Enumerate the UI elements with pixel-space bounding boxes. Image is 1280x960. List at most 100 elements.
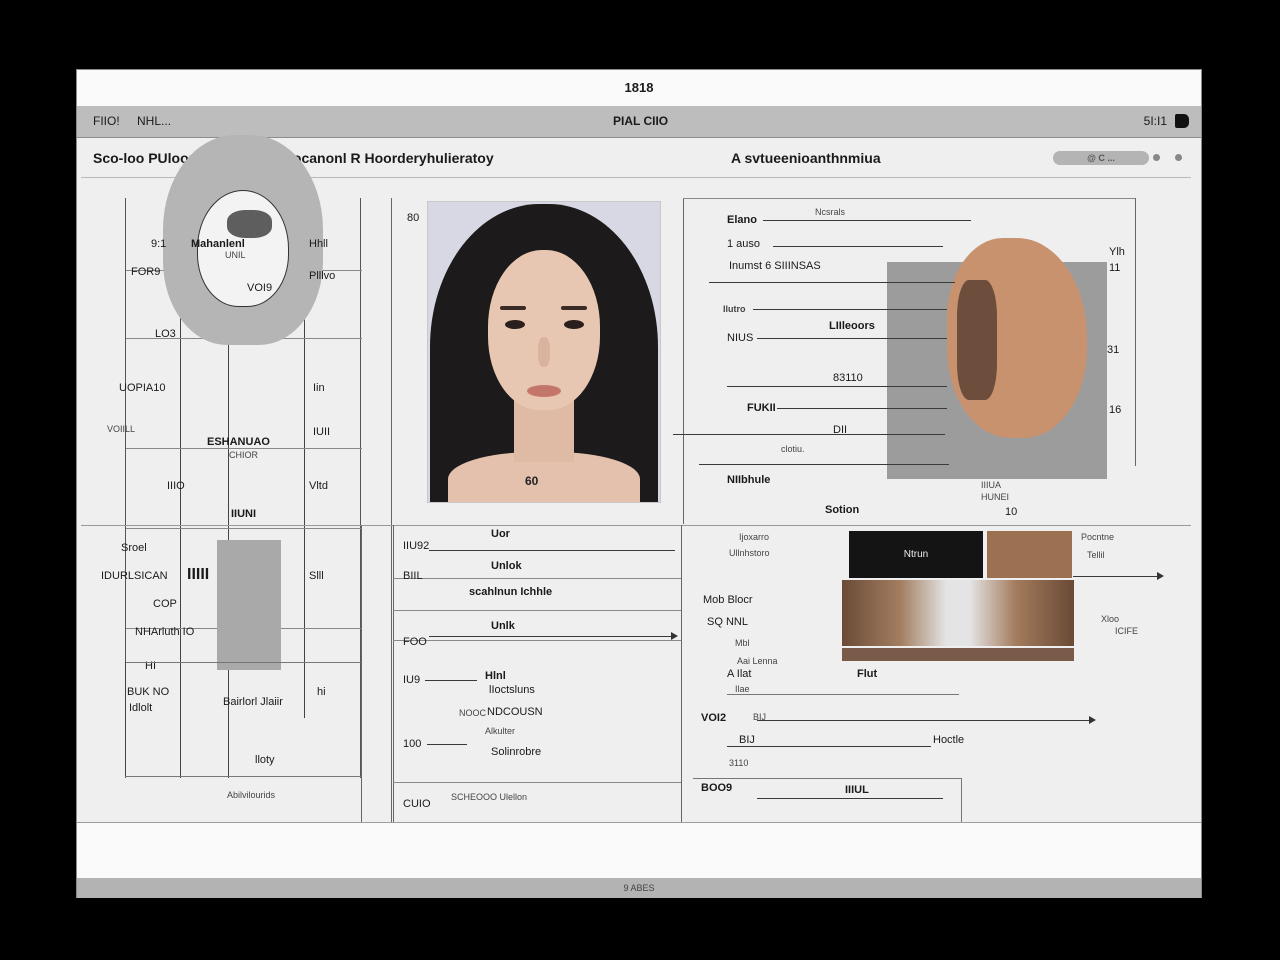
annotation-label: 31: [1107, 344, 1120, 356]
photo-caption: 60: [525, 474, 539, 488]
annotation-label: LIIleoors: [829, 320, 875, 332]
annotation-label: NIUS: [727, 332, 754, 344]
window-title: 1818: [624, 80, 654, 95]
annotation-label: Ijoxarro: [739, 532, 770, 542]
diagram-label: Vltd: [309, 480, 328, 492]
photo-corner-label: 80: [407, 212, 420, 224]
diagram-label: VOI9: [247, 282, 273, 294]
toolbar-item-file[interactable]: FIIO!: [93, 114, 120, 128]
annotation-label: 11: [1109, 262, 1121, 274]
annotation-label: ICIFE: [1115, 626, 1139, 636]
status-bar: 9 ABES: [77, 878, 1201, 898]
row-value: Unlk: [491, 620, 515, 632]
annotation-label: Elano: [727, 214, 757, 226]
panel-toggle-icon[interactable]: [1175, 114, 1189, 128]
annotation-label: Ilae: [735, 684, 750, 694]
page-subtitle: A svtueenioanthnmiua: [731, 150, 881, 166]
diagram-label: IUII: [313, 426, 331, 438]
toolbar-title: PIAL CIIO: [613, 114, 669, 128]
annotation-label: Pocntne: [1081, 532, 1115, 542]
row-value: lIoctsluns: [489, 684, 535, 696]
annotation-label: Ilutro: [723, 304, 746, 314]
diagram-label: BUK NO: [127, 686, 170, 698]
diagram-label: COP: [153, 598, 177, 610]
neck-silhouette: [217, 540, 281, 670]
toolbar-counter: 5I:I1: [1143, 114, 1167, 128]
thumbnail-skin[interactable]: [987, 531, 1072, 578]
row-label: NOOC: [459, 708, 486, 718]
diagram-label: IDURLSICAN: [101, 570, 168, 582]
diagram-label: Bairlorl Jlaiir: [223, 696, 283, 708]
annotation-label: IIIUA: [981, 480, 1002, 490]
more-icon[interactable]: [1175, 154, 1182, 161]
annotation-label: Mbl: [735, 638, 750, 648]
diagram-label: IIIO: [167, 480, 185, 492]
diagram-label: Mahanlenl: [191, 238, 245, 250]
diagram-label: ESHANUAO: [207, 436, 270, 448]
row-value: Uor: [491, 528, 510, 540]
annotation-label: Tellil: [1087, 550, 1105, 560]
search-pill[interactable]: @ C ...: [1053, 151, 1149, 165]
toolbar-item-nav[interactable]: NHL...: [137, 114, 171, 128]
row-label: 100: [403, 738, 422, 750]
hand-shadow: [957, 280, 997, 400]
diagram-label: CHIOR: [229, 450, 258, 460]
annotation-label: VOI2: [701, 712, 727, 724]
status-text: 9 ABES: [623, 883, 655, 893]
annotation-label: 83110: [833, 372, 863, 384]
annotation-label: 1 auso: [727, 238, 761, 250]
row-label: IU9: [403, 674, 421, 686]
diagram-label: VOIILL: [107, 424, 136, 434]
thumbnail-bar[interactable]: [842, 648, 1074, 661]
diagram-label: UOPIA10: [119, 382, 166, 394]
row-value: Alkulter: [485, 726, 516, 736]
diagram-label: UNIL: [225, 250, 246, 260]
row-value: Solinrobre: [491, 746, 542, 758]
annotation-label: BOO9: [701, 782, 733, 794]
diagram-label: Hhll: [309, 238, 328, 250]
diagram-label: lloty: [255, 754, 275, 766]
diagram-label: Iin: [313, 382, 325, 394]
diagram-label: Sroel: [121, 542, 147, 554]
diagram-label: IIIII: [187, 566, 210, 583]
annotation-label: Sotion: [825, 504, 860, 516]
annotation-label: 16: [1109, 404, 1122, 416]
annotation-label: IIIUL: [845, 784, 869, 796]
diagram-label: hi: [317, 686, 326, 698]
thumbnail-dark[interactable]: Ntrun: [849, 531, 983, 578]
annotation-label: Xloo: [1101, 614, 1120, 624]
nav-forward-icon[interactable]: [1153, 154, 1160, 161]
annotation-label: 3110: [729, 758, 749, 768]
row-value: Hlnl: [485, 670, 506, 682]
annotation-label: Ylh: [1109, 246, 1125, 258]
toolbar: FIIO! NHL... PIAL CIIO 5I:I1: [77, 106, 1201, 138]
annotation-label: A Ilat: [727, 668, 752, 680]
diagram-label: Abilvilourids: [227, 790, 276, 800]
annotation-label: Inumst 6 SIIINSAS: [729, 260, 821, 272]
annotation-label: 10: [1005, 506, 1018, 518]
row-value: NDCOUSN: [487, 706, 543, 718]
row-label: FOO: [403, 636, 427, 648]
annotation-label: Ullnhstoro: [729, 548, 770, 558]
annotation-label: HUNEI: [981, 492, 1010, 502]
annotation-label: Flut: [857, 668, 878, 680]
portrait-photo[interactable]: [427, 201, 661, 503]
row-label: CUIO: [403, 798, 431, 810]
row-label: BIIL: [403, 570, 423, 582]
row-label: IIU92: [403, 540, 430, 552]
annotation-label: FUKII: [747, 402, 776, 414]
thumbnail-strip[interactable]: [842, 580, 1074, 646]
diagram-label: LO3: [155, 328, 176, 340]
annotation-label: Aai Lenna: [737, 656, 778, 666]
row-value: Unlok: [491, 560, 522, 572]
row-value: scahlnun Ichhle: [469, 586, 553, 598]
annotation-label: Mob Blocr: [703, 594, 753, 606]
thumbnail-label: Ntrun: [903, 549, 929, 560]
head-shading: [227, 210, 272, 238]
annotation-label: clotiu.: [781, 444, 805, 454]
diagram-label: Plllvo: [309, 270, 336, 282]
annotation-label: BIJ: [739, 734, 755, 746]
annotation-label: SQ NNL: [707, 616, 748, 628]
app-window: 1818 FIIO! NHL... PIAL CIIO 5I:I1 Sco-lo…: [76, 69, 1202, 898]
window-titlebar: 1818: [77, 70, 1201, 107]
